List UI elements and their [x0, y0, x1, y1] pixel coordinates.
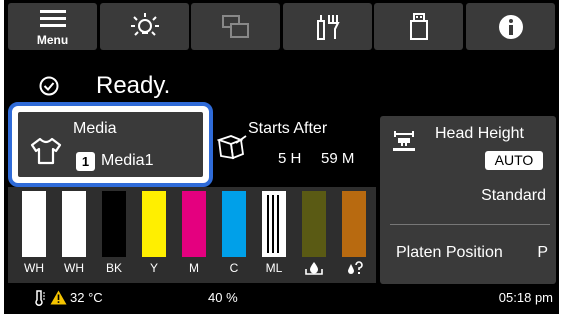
menu-button[interactable]: Menu: [8, 3, 97, 50]
maintenance-ink-icon: [348, 261, 363, 274]
head-height-mode-badge: AUTO: [485, 151, 543, 170]
menu-label: Menu: [36, 33, 69, 47]
head-height-title: Head Height: [435, 125, 524, 142]
ink-bar-waste-2: [342, 191, 366, 257]
light-button[interactable]: [100, 3, 189, 50]
ink-bar-c: [222, 191, 246, 257]
ml-stripes: [267, 195, 279, 253]
platen-position-label: Platen Position: [396, 244, 503, 261]
status-text: Ready.: [96, 72, 171, 99]
temperature-value: 32 °C: [70, 290, 103, 305]
starts-after-minutes: 59 M: [321, 150, 355, 167]
starts-after-title: Starts After: [248, 120, 328, 137]
usb-button[interactable]: [374, 3, 463, 50]
job-list-button[interactable]: [191, 3, 280, 50]
info-icon: [498, 14, 523, 39]
head-height-panel[interactable]: Head Height AUTO Standard Platen Positio…: [380, 116, 556, 284]
maintenance-icon: [316, 14, 340, 40]
maintenance-button[interactable]: [283, 3, 372, 50]
ink-label-y: Y: [149, 261, 158, 275]
media-title: Media: [73, 120, 117, 137]
head-height-icon: [393, 131, 415, 151]
starts-after-hours: 5 H: [278, 150, 302, 167]
ink-bar-bk: [102, 191, 126, 257]
warning-icon: [50, 290, 67, 305]
cleaning-icon: [217, 135, 247, 160]
divider: [390, 224, 550, 225]
ink-label-c: C: [229, 261, 239, 275]
starts-after-panel: Starts After 5 H 59 M: [215, 114, 378, 184]
printer-panel-screen: Menu Ready. Media 1 Media1 Starts After …: [4, 0, 559, 314]
job-list-icon: [221, 14, 249, 38]
ink-label-bk: BK: [105, 261, 122, 275]
tshirt-icon: [30, 137, 62, 165]
ink-label-m: M: [189, 261, 199, 275]
platen-position-value: P: [537, 244, 548, 261]
ink-bar-y: [142, 191, 166, 257]
media-inner: Media 1 Media1: [18, 112, 203, 177]
ink-bar-wh-2: [62, 191, 86, 257]
top-toolbar: Menu: [8, 3, 555, 50]
ink-label-wh-2: WH: [64, 261, 84, 275]
ink-levels-panel[interactable]: WH WH BK Y M C ML: [8, 187, 376, 283]
ink-bar-waste-1: [302, 191, 326, 257]
media-number-badge: 1: [76, 152, 95, 171]
check-circle-icon: [39, 76, 59, 96]
waste-ink-icon: [305, 262, 323, 275]
ink-bar-m: [182, 191, 206, 257]
thermometer-icon: [35, 290, 45, 306]
media-selector[interactable]: Media 1 Media1: [8, 102, 213, 187]
usb-icon: [409, 12, 428, 40]
head-height-setting: Standard: [481, 187, 546, 204]
bottom-status-bar: 32 °C 40 % 05:18 pm: [8, 285, 555, 311]
ink-label-ml: ML: [265, 261, 283, 275]
ink-bar-wh-1: [22, 191, 46, 257]
clock-time: 05:18 pm: [498, 290, 553, 305]
media-name: Media1: [101, 152, 154, 169]
info-button[interactable]: [466, 3, 555, 50]
bulb-icon: [130, 12, 159, 36]
menu-icon: [39, 10, 66, 27]
humidity-value: 40 %: [208, 290, 238, 305]
ink-label-wh-1: WH: [24, 261, 44, 275]
